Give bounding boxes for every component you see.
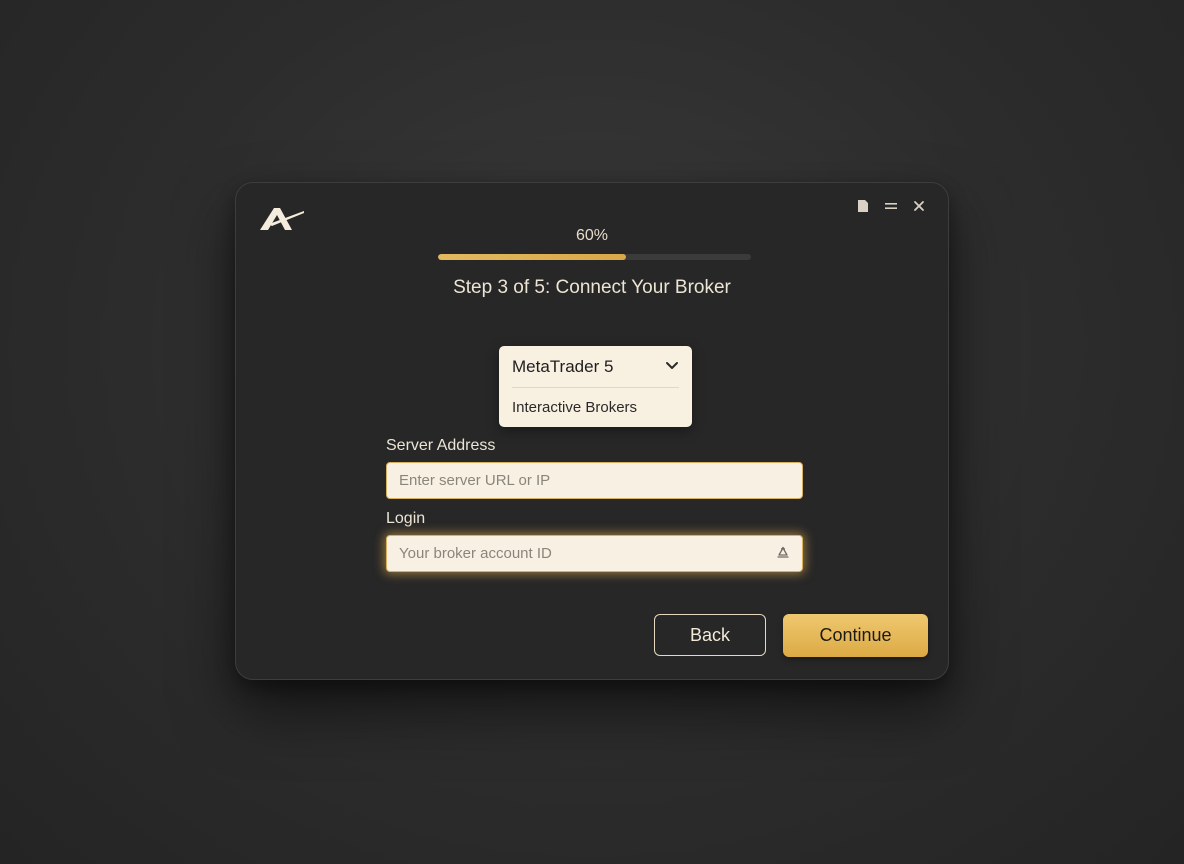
broker-dropdown-selected[interactable]: MetaTrader 5 — [512, 346, 679, 388]
broker-selected-label: MetaTrader 5 — [512, 356, 614, 376]
login-input[interactable] — [387, 536, 802, 571]
login-label: Login — [386, 510, 426, 527]
close-icon[interactable] — [910, 197, 928, 215]
progress-bar-fill — [438, 254, 626, 260]
continue-button[interactable]: Continue — [783, 614, 928, 657]
recycle-icon[interactable] — [776, 546, 790, 560]
chevron-down-icon — [665, 358, 679, 376]
back-button[interactable]: Back — [654, 614, 766, 656]
broker-option-interactive-brokers[interactable]: Interactive Brokers — [512, 388, 679, 426]
window-controls — [854, 197, 928, 215]
step-title: Step 3 of 5: Connect Your Broker — [453, 277, 731, 298]
progress-bar — [438, 254, 751, 260]
broker-dropdown[interactable]: MetaTrader 5 Interactive Brokers — [499, 346, 692, 427]
server-address-label: Server Address — [386, 437, 496, 454]
note-icon[interactable] — [854, 197, 872, 215]
login-field[interactable] — [386, 535, 803, 572]
menu-icon[interactable] — [882, 197, 900, 215]
progress-percent: 60% — [575, 227, 609, 244]
server-address-input[interactable] — [387, 463, 802, 498]
setup-wizard-window: 60% Step 3 of 5: Connect Your Broker Met… — [235, 182, 949, 680]
server-address-field[interactable] — [386, 462, 803, 499]
